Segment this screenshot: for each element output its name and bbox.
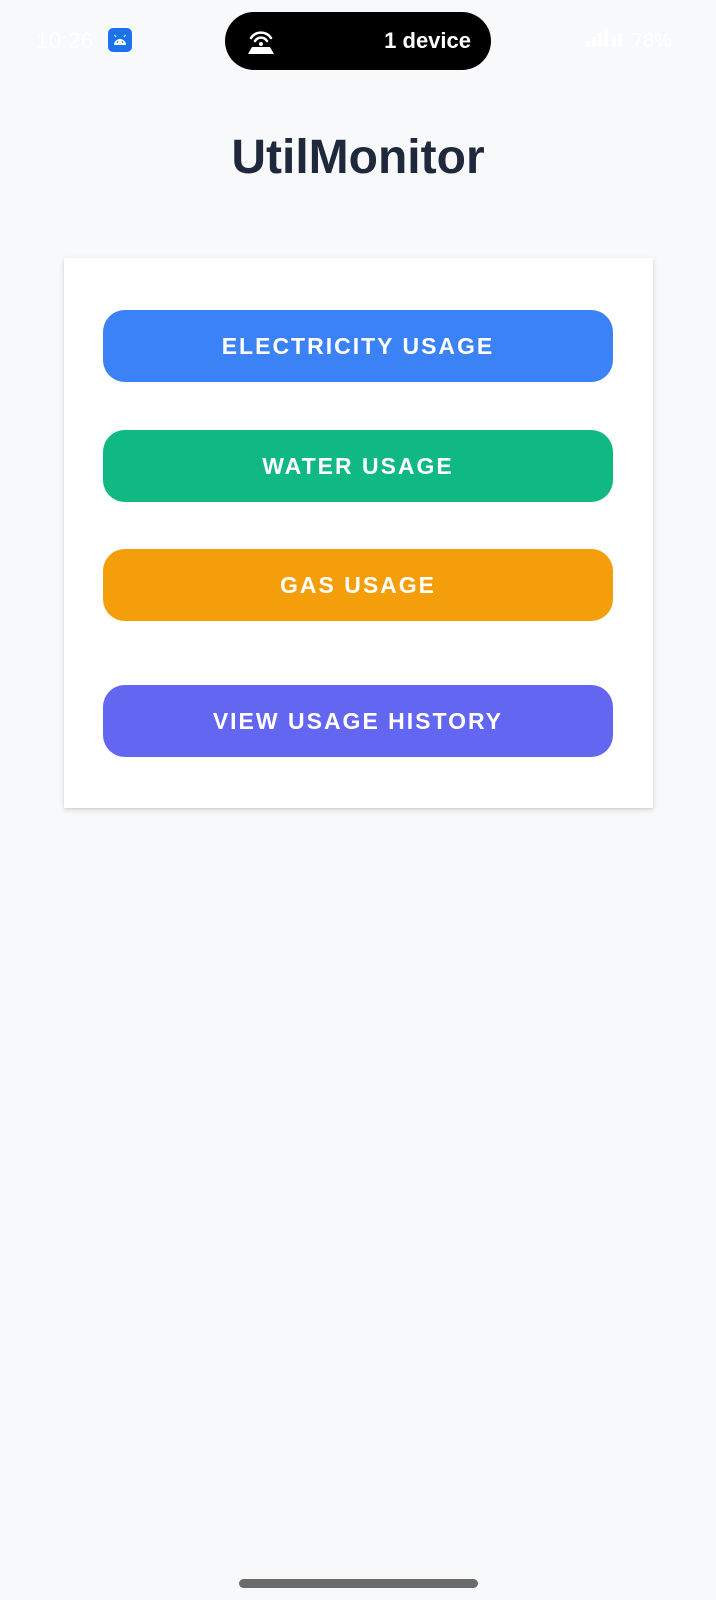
hotspot-icon [245, 26, 277, 56]
electricity-usage-button[interactable]: ELECTRICITY USAGE [103, 310, 613, 382]
water-usage-button[interactable]: WATER USAGE [103, 430, 613, 502]
utility-menu-card: ELECTRICITY USAGE WATER USAGE GAS USAGE … [64, 258, 653, 808]
battery-level: 78% [631, 29, 672, 52]
status-time: 10:26 [36, 28, 94, 53]
dynamic-island[interactable]: 1 device [225, 12, 491, 70]
island-device-count: 1 device [384, 28, 471, 53]
home-indicator[interactable] [239, 1579, 478, 1588]
signal-icon [584, 28, 624, 54]
page-title: UtilMonitor [231, 131, 485, 184]
status-bar: 10:26 1 device 78% [0, 0, 716, 84]
app-screen: 10:26 1 device 78% UtilMonitor ELECTRICI… [0, 0, 716, 1600]
status-indicators: 78% [584, 28, 672, 54]
view-usage-history-button[interactable]: VIEW USAGE HISTORY [103, 685, 613, 757]
gas-usage-button[interactable]: GAS USAGE [103, 549, 613, 621]
android-notification-icon [108, 28, 132, 52]
